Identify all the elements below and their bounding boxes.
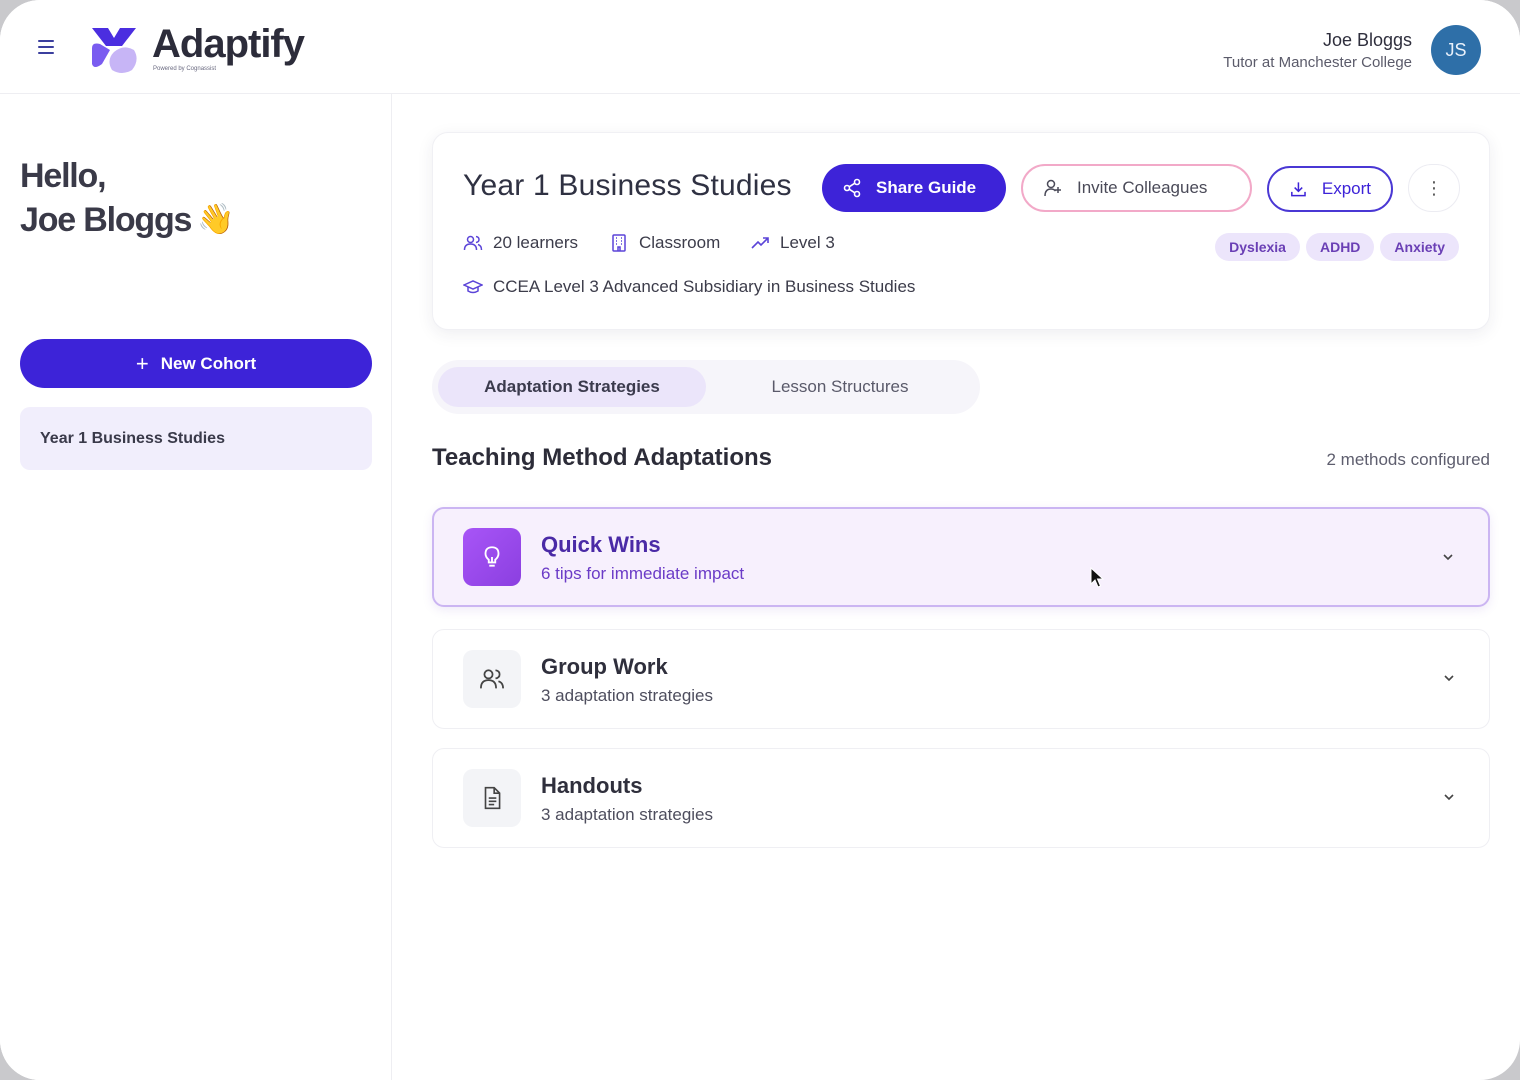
trending-up-icon xyxy=(751,237,769,249)
qualification-text: CCEA Level 3 Advanced Subsidiary in Busi… xyxy=(493,277,916,296)
accordion-group-work[interactable]: Group Work 3 adaptation strategies xyxy=(432,629,1490,729)
download-icon xyxy=(1291,182,1306,197)
invite-colleagues-label: Invite Colleagues xyxy=(1077,178,1208,197)
tag-anxiety: Anxiety xyxy=(1380,233,1459,261)
accordion-title: Quick Wins xyxy=(541,532,661,557)
users-icon xyxy=(463,235,483,251)
section-title: Teaching Method Adaptations xyxy=(432,444,772,471)
tab-lesson-structures[interactable]: Lesson Structures xyxy=(706,367,974,407)
tag-dyslexia: Dyslexia xyxy=(1215,233,1300,261)
logo-text: Adaptify xyxy=(152,22,305,66)
cohort-card: Year 1 Business Studies Share Guide Invi… xyxy=(432,132,1490,330)
mouse-cursor-icon xyxy=(1090,567,1104,588)
user-name: Joe Bloggs xyxy=(1322,30,1412,50)
menu-icon[interactable] xyxy=(38,40,60,60)
accordion-quick-wins[interactable]: Quick Wins 6 tips for immediate impact xyxy=(432,507,1490,607)
section-count: 2 methods configured xyxy=(1326,450,1491,469)
avatar[interactable]: JS xyxy=(1431,25,1481,75)
greeting-line-1: Hello, xyxy=(20,157,107,195)
learners-count: 20 learners xyxy=(463,233,578,253)
share-guide-button[interactable]: Share Guide xyxy=(822,164,1006,212)
sidebar-item-cohort[interactable]: Year 1 Business Studies xyxy=(20,407,372,470)
more-options-icon[interactable]: ⋮ xyxy=(1408,164,1460,212)
invite-colleagues-button[interactable]: Invite Colleagues xyxy=(1021,164,1252,212)
greeting-name: Joe Bloggs xyxy=(20,201,192,239)
level-info: Level 3 xyxy=(750,233,835,253)
waving-hand-icon: 👋 xyxy=(197,203,234,236)
building-icon xyxy=(612,234,626,252)
users-icon xyxy=(463,650,521,708)
share-icon xyxy=(843,178,861,198)
accordion-handouts[interactable]: Handouts 3 adaptation strategies xyxy=(432,748,1490,848)
accordion-title: Handouts xyxy=(541,773,643,798)
chevron-down-icon[interactable] xyxy=(1439,787,1459,807)
sidebar: Hello, Joe Bloggs 👋 + New Cohort Year 1 … xyxy=(0,94,392,1080)
tab-bar: Adaptation Strategies Lesson Structures xyxy=(432,360,980,414)
level-text: Level 3 xyxy=(780,233,835,252)
accordion-subtitle: 3 adaptation strategies xyxy=(541,686,714,705)
new-cohort-label: New Cohort xyxy=(160,353,257,373)
graduation-cap-icon xyxy=(463,280,483,294)
share-guide-label: Share Guide xyxy=(876,178,977,197)
tag-list: Dyslexia ADHD Anxiety xyxy=(1215,233,1459,261)
greeting: Hello, Joe Bloggs 👋 xyxy=(20,154,235,242)
top-bar: Adaptify Powered by Cognassist Joe Blogg… xyxy=(0,0,1520,94)
export-label: Export xyxy=(1321,179,1371,198)
lightbulb-icon xyxy=(463,528,521,586)
tag-adhd: ADHD xyxy=(1305,233,1375,261)
app-window: Adaptify Powered by Cognassist Joe Blogg… xyxy=(0,0,1520,1080)
logo-subtitle: Powered by Cognassist xyxy=(153,66,217,72)
adaptify-logo-icon xyxy=(92,28,137,73)
user-role: Tutor at Manchester College xyxy=(1223,54,1412,71)
accordion-title: Group Work xyxy=(541,654,668,679)
accordion-subtitle: 3 adaptation strategies xyxy=(541,805,714,824)
qualification-info: CCEA Level 3 Advanced Subsidiary in Busi… xyxy=(463,277,915,297)
setting-text: Classroom xyxy=(639,233,721,252)
learners-text: 20 learners xyxy=(493,233,579,252)
accordion-subtitle: 6 tips for immediate impact xyxy=(541,564,745,583)
new-cohort-button[interactable]: + New Cohort xyxy=(20,339,372,388)
chevron-down-icon[interactable] xyxy=(1439,668,1459,688)
export-button[interactable]: Export xyxy=(1267,166,1393,212)
tab-adaptation-strategies[interactable]: Adaptation Strategies xyxy=(438,367,706,407)
cohort-title: Year 1 Business Studies xyxy=(463,169,792,202)
user-plus-icon xyxy=(1044,179,1061,197)
plus-icon: + xyxy=(135,350,149,376)
setting-info: Classroom xyxy=(609,233,720,253)
chevron-down-icon[interactable] xyxy=(1438,547,1458,567)
document-icon xyxy=(463,769,521,827)
